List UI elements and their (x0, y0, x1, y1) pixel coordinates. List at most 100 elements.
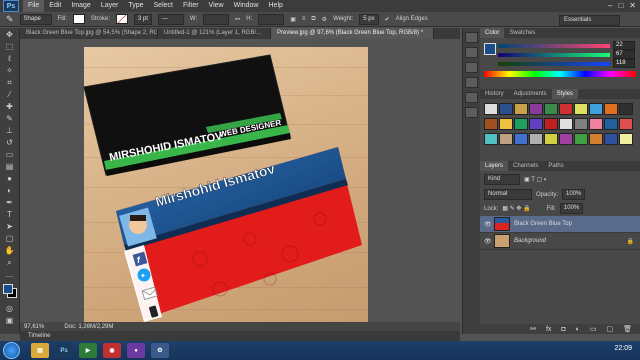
lasso-tool-icon[interactable]: ℓ (2, 53, 17, 64)
explorer-app-icon[interactable]: ▤ (31, 343, 49, 358)
path-ops-icon[interactable]: ▣ (290, 16, 296, 23)
color-spectrum-bar[interactable] (484, 71, 636, 77)
layer-name[interactable]: Black Green Blue Top (514, 221, 572, 227)
paragraph-panel-icon[interactable] (465, 92, 478, 103)
menu-file[interactable]: File (23, 0, 45, 12)
blue-value[interactable]: 118 (613, 59, 635, 68)
menu-window[interactable]: Window (229, 0, 264, 12)
layer-kind-filter[interactable]: Kind (484, 174, 520, 185)
tab-paths[interactable]: Paths (543, 161, 568, 171)
stroke-type-select[interactable]: — (157, 13, 184, 25)
menu-edit[interactable]: Edit (44, 0, 66, 12)
align-edges-checkbox[interactable]: ✔ (385, 16, 390, 23)
weight-input[interactable]: 5 px (359, 13, 379, 25)
clone-stamp-tool-icon[interactable]: ⊥ (2, 125, 17, 136)
style-swatch[interactable] (529, 118, 543, 130)
move-tool-icon[interactable]: ✥ (2, 29, 17, 40)
pen-tool-icon[interactable]: ✎ (6, 14, 14, 25)
zoom-level[interactable]: 97,61% (24, 324, 44, 330)
dodge-tool-icon[interactable]: ◐ (2, 185, 17, 196)
style-swatch[interactable] (484, 103, 498, 115)
layer-row[interactable]: 👁 Black Green Blue Top (480, 216, 640, 233)
character-panel-icon[interactable] (465, 77, 478, 88)
tab-adjustments[interactable]: Adjustments (509, 89, 552, 99)
tab-history[interactable]: History (480, 89, 509, 99)
tab-color[interactable]: Color (480, 28, 505, 38)
info-panel-icon[interactable] (465, 107, 478, 118)
browser-app-icon[interactable]: ◉ (103, 343, 121, 358)
marquee-tool-icon[interactable]: ⬚ (2, 41, 17, 52)
style-swatch[interactable] (529, 103, 543, 115)
style-swatch[interactable] (619, 118, 633, 130)
brush-panel-icon[interactable] (465, 62, 478, 73)
menu-view[interactable]: View (204, 0, 229, 12)
link-layers-icon[interactable]: ⚯ (530, 325, 536, 333)
layer-row[interactable]: 👁 Background 🔒 (480, 233, 640, 250)
timeline-panel[interactable]: Timeline (20, 331, 460, 341)
style-swatch[interactable] (604, 118, 618, 130)
width-input[interactable] (203, 13, 230, 25)
style-swatch[interactable] (589, 118, 603, 130)
tab-preview[interactable]: Preview.jpg @ 97,6% (Black Green Blue To… (271, 28, 434, 39)
blur-tool-icon[interactable]: ● (2, 173, 17, 184)
media-app-icon[interactable]: ▶ (79, 343, 97, 358)
history-brush-tool-icon[interactable]: ↺ (2, 137, 17, 148)
tab-styles[interactable]: Styles (551, 89, 579, 99)
style-swatch[interactable] (514, 103, 528, 115)
menu-select[interactable]: Select (149, 0, 178, 12)
crop-tool-icon[interactable]: ⌗ (2, 77, 17, 88)
fx-icon[interactable]: fx (546, 326, 551, 333)
minimize-icon[interactable]: – (608, 1, 612, 10)
brush-tool-icon[interactable]: ✎ (2, 113, 17, 124)
link-icon[interactable]: ⚯ (235, 16, 240, 23)
style-swatch[interactable] (559, 103, 573, 115)
tab-black-green-blue-top[interactable]: Black Green Blue Top.jpg @ 54,5% (Shape … (20, 28, 158, 39)
type-tool-icon[interactable]: T (2, 209, 17, 220)
blue-slider[interactable]: 118 (480, 59, 640, 68)
taskbar-clock[interactable]: 22:09 (614, 345, 632, 352)
style-swatch[interactable] (574, 118, 588, 130)
tab-swatches[interactable]: Swatches (504, 28, 540, 38)
recorder-app-icon[interactable]: ● (127, 343, 145, 358)
green-slider[interactable]: 67 (480, 50, 640, 59)
style-swatch[interactable] (514, 118, 528, 130)
tab-channels[interactable]: Channels (508, 161, 543, 171)
style-swatch[interactable] (574, 103, 588, 115)
tab-layers[interactable]: Layers (480, 161, 509, 171)
style-swatch[interactable] (559, 133, 573, 145)
group-icon[interactable]: ▭ (590, 325, 597, 333)
quick-mask-icon[interactable]: ◎ (2, 303, 17, 314)
style-swatch[interactable] (544, 118, 558, 130)
settings-app-icon[interactable]: ⚙ (151, 343, 169, 358)
trash-icon[interactable]: 🗑 (623, 325, 632, 333)
tool-mode-select[interactable]: Shape (19, 13, 52, 25)
align-icon[interactable]: ≡ (302, 16, 306, 22)
gradient-tool-icon[interactable]: ▤ (2, 161, 17, 172)
opacity-input[interactable]: 100% (562, 189, 586, 200)
lock-icons[interactable]: ▦ ✎ ✥ 🔒 (502, 205, 530, 212)
style-swatch[interactable] (619, 133, 633, 145)
style-swatch[interactable] (484, 133, 498, 145)
style-swatch[interactable] (619, 103, 633, 115)
arrange-icon[interactable]: ⧉ (311, 16, 315, 23)
style-swatch[interactable] (529, 133, 543, 145)
style-swatch[interactable] (499, 118, 513, 130)
healing-tool-icon[interactable]: ✚ (2, 101, 17, 112)
hand-tool-icon[interactable]: ✋ (2, 245, 17, 256)
screen-mode-icon[interactable]: ▣ (2, 315, 17, 326)
new-layer-icon[interactable]: ▢ (606, 325, 613, 333)
workspace-select[interactable]: Essentials (559, 15, 620, 26)
path-select-tool-icon[interactable]: ➤ (2, 221, 17, 232)
properties-panel-icon[interactable] (465, 47, 478, 58)
more-tools-icon[interactable]: … (2, 269, 17, 280)
menu-image[interactable]: Image (66, 0, 95, 12)
red-slider[interactable]: 22 (480, 41, 640, 50)
menu-type[interactable]: Type (123, 0, 148, 12)
pen-tool-icon[interactable]: ✒ (2, 197, 17, 208)
style-swatch[interactable] (604, 133, 618, 145)
close-icon[interactable]: ✕ (629, 1, 636, 10)
menu-layer[interactable]: Layer (96, 0, 124, 12)
style-swatch[interactable] (559, 118, 573, 130)
blend-mode-select[interactable]: Normal (484, 189, 532, 200)
red-value[interactable]: 22 (613, 41, 635, 50)
